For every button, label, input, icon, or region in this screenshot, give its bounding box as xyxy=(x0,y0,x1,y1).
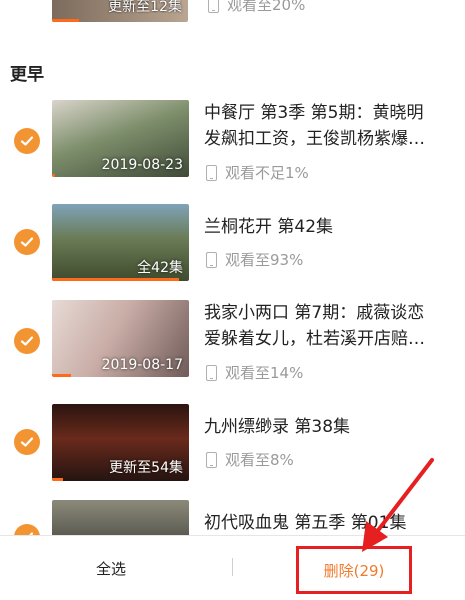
thumbnail-overlay-text: 更新至54集 xyxy=(109,460,183,476)
bottom-action-bar: 全选 删除(29) xyxy=(0,535,465,600)
select-all-button[interactable]: 全选 xyxy=(96,558,126,579)
video-title[interactable]: 初代吸血鬼 第五季 第01集 xyxy=(204,510,456,536)
watch-progress: 观看至8% xyxy=(206,449,294,470)
video-thumbnail[interactable]: 更新至54集 xyxy=(52,404,189,481)
divider xyxy=(232,558,233,576)
delete-highlight-box: 删除(29) xyxy=(296,546,412,594)
section-title: 更早 xyxy=(10,65,44,85)
watch-progress: 观看至20% xyxy=(208,0,305,15)
phone-icon xyxy=(208,0,219,13)
partial-list-item[interactable]: 更新至12集 观看至20% xyxy=(0,0,465,30)
video-title-line2: 爱躲着女儿，杜若溪开店赔… xyxy=(204,329,425,349)
progress-bar xyxy=(52,478,63,481)
checked-icon[interactable] xyxy=(14,429,40,455)
checked-icon[interactable] xyxy=(14,229,40,255)
phone-icon xyxy=(206,364,217,381)
watch-progress-text: 观看至14% xyxy=(225,364,304,382)
video-thumbnail[interactable]: 2019-08-23 xyxy=(52,100,189,177)
progress-bar xyxy=(52,174,55,177)
watch-progress-text: 观看至8% xyxy=(225,451,294,469)
video-title[interactable]: 我家小两口 第7期：戚薇谈恋 爱躲着女儿，杜若溪开店赔… xyxy=(204,300,456,352)
phone-icon xyxy=(206,164,217,181)
checked-icon[interactable] xyxy=(14,128,40,154)
partial-thumbnail[interactable]: 更新至12集 xyxy=(52,0,188,22)
progress-bar xyxy=(52,374,72,377)
video-title[interactable]: 九州缥缈录 第38集 xyxy=(204,414,456,440)
video-title[interactable]: 中餐厅 第3季 第5期：黄晓明 发飙扣工资，王俊凯杨紫爆… xyxy=(204,100,456,152)
history-item[interactable]: 更新至54集 九州缥缈录 第38集 观看至8% xyxy=(0,402,465,498)
watch-progress-text: 观看至20% xyxy=(227,0,306,14)
video-title-line1: 初代吸血鬼 第五季 第01集 xyxy=(204,513,407,533)
video-title-line1: 我家小两口 第7期：戚薇谈恋 xyxy=(204,303,425,323)
delete-button[interactable]: 删除(29) xyxy=(324,560,385,581)
progress-bar xyxy=(52,278,180,281)
phone-icon xyxy=(206,251,217,268)
video-title-line1: 九州缥缈录 第38集 xyxy=(204,417,351,437)
phone-icon xyxy=(206,451,217,468)
watch-progress-text: 观看至93% xyxy=(225,251,304,269)
thumbnail-overlay-text: 更新至12集 xyxy=(108,0,182,15)
checked-icon[interactable] xyxy=(14,328,40,354)
video-title-line1: 兰桐花开 第42集 xyxy=(204,217,334,237)
video-title[interactable]: 兰桐花开 第42集 xyxy=(204,214,456,240)
thumbnail-overlay-text: 2019-08-23 xyxy=(101,157,183,173)
progress-bar xyxy=(52,19,80,22)
video-thumbnail[interactable]: 2019-08-17 xyxy=(52,300,189,377)
thumbnail-overlay-text: 全42集 xyxy=(137,260,183,276)
video-thumbnail[interactable]: 全42集 xyxy=(52,204,189,281)
thumbnail-overlay-text: 2019-08-17 xyxy=(101,357,183,373)
video-title-line2: 发飙扣工资，王俊凯杨紫爆… xyxy=(204,129,425,149)
history-item[interactable]: 2019-08-23 中餐厅 第3季 第5期：黄晓明 发飙扣工资，王俊凯杨紫爆…… xyxy=(0,98,465,194)
watch-progress-text: 观看不足1% xyxy=(225,164,309,182)
watch-progress: 观看至14% xyxy=(206,362,303,383)
history-item[interactable]: 全42集 兰桐花开 第42集 观看至93% xyxy=(0,202,465,298)
watch-progress: 观看至93% xyxy=(206,249,303,270)
history-item[interactable]: 2019-08-17 我家小两口 第7期：戚薇谈恋 爱躲着女儿，杜若溪开店赔… … xyxy=(0,298,465,394)
watch-progress: 观看不足1% xyxy=(206,162,309,183)
video-title-line1: 中餐厅 第3季 第5期：黄晓明 xyxy=(204,103,424,123)
